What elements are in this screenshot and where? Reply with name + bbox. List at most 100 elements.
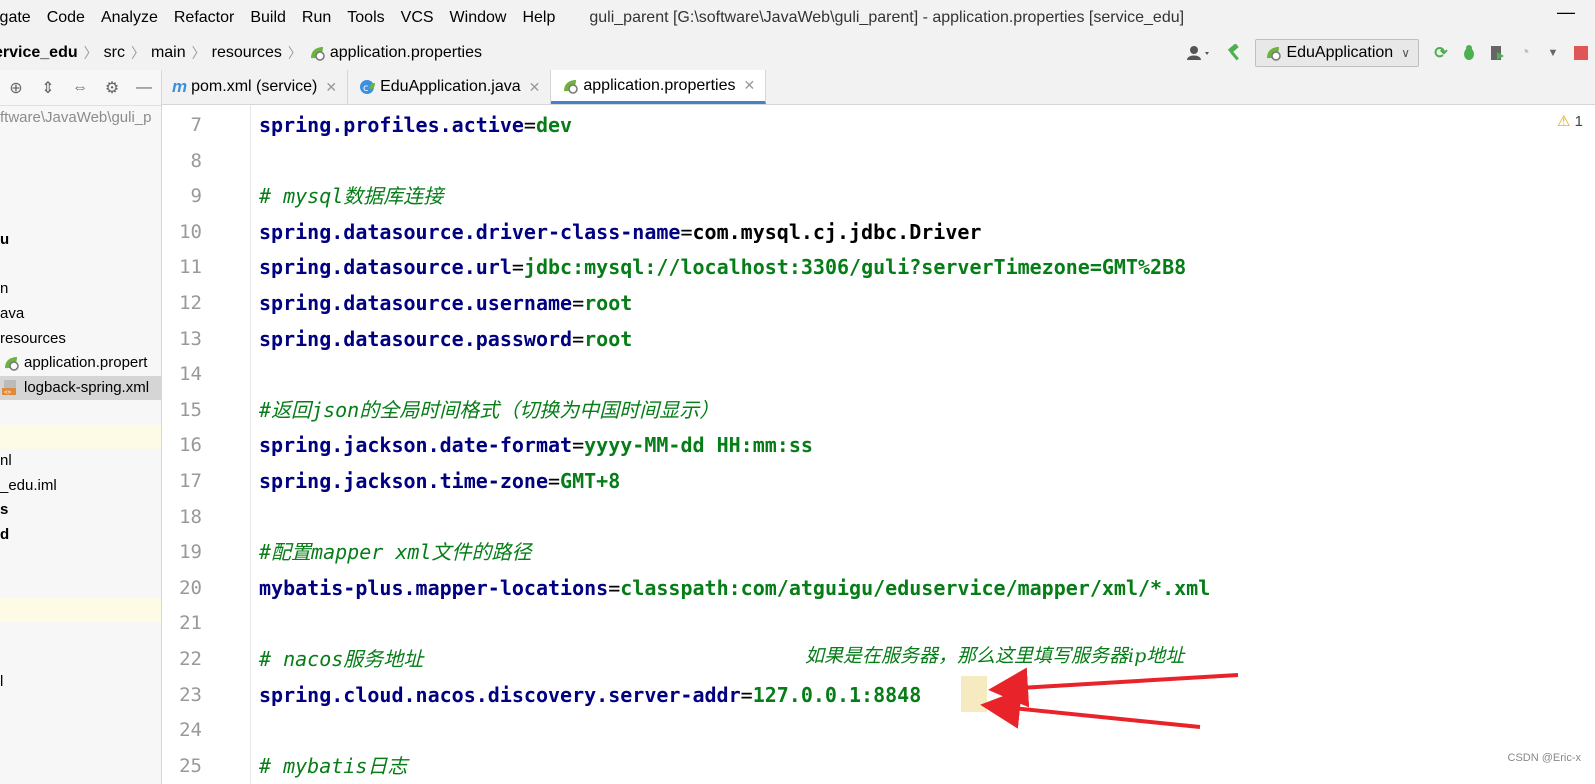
debug-bug-icon[interactable]: [1455, 39, 1483, 67]
close-icon[interactable]: ✕: [743, 77, 755, 94]
tab-pom-xml[interactable]: m pom.xml (service) ✕: [162, 70, 349, 104]
code-editor[interactable]: spring.profiles.active=dev # mysql数据库连接 sp…: [251, 105, 1595, 784]
property-value: root: [584, 327, 633, 351]
tree-item[interactable]: ava: [0, 302, 24, 326]
tree-item[interactable]: nl: [0, 449, 12, 473]
project-tool-window: ⊕ ⇕ ⇔ ⚙ — ftware\JavaWeb\guli_p u n ava …: [0, 70, 162, 784]
menu-window[interactable]: Window: [442, 9, 515, 27]
navigation-bar: ervice_edu 〉 src 〉 main 〉 resources 〉 ap…: [0, 35, 1595, 71]
tab-edu-application[interactable]: c EduApplication.java ✕: [348, 70, 552, 104]
breadcrumb-file[interactable]: application.properties: [330, 44, 482, 62]
menu-run[interactable]: Run: [294, 9, 339, 27]
menu-help[interactable]: Help: [514, 9, 563, 27]
line-number: 13: [179, 328, 202, 350]
equals-sign: =: [608, 576, 621, 600]
tree-highlight-row: [0, 425, 161, 449]
breadcrumb-project[interactable]: ervice_edu: [0, 44, 78, 62]
run-configuration-select[interactable]: EduApplication ∨: [1255, 38, 1419, 67]
profile-icon[interactable]: ◔: [1511, 39, 1539, 67]
breadcrumb-src[interactable]: src: [104, 44, 125, 62]
project-root-path[interactable]: ftware\JavaWeb\guli_p: [0, 106, 151, 130]
tree-item[interactable]: l: [0, 670, 3, 694]
project-panel-toolbar: ⊕ ⇕ ⇔ ⚙ —: [0, 70, 161, 106]
menu-navigate[interactable]: igate: [0, 9, 39, 27]
user-icon[interactable]: [1179, 39, 1219, 67]
tab-label: application.properties: [583, 76, 736, 94]
tab-application-properties[interactable]: application.properties ✕: [551, 70, 767, 104]
equals-sign: =: [547, 469, 561, 493]
tab-label: pom.xml (service): [191, 78, 318, 95]
code-line: #返回json的全局时间格式（切换为中国时间显示）: [259, 392, 719, 428]
tree-item-application-properties[interactable]: application.propert: [0, 351, 147, 375]
equals-sign: =: [572, 433, 585, 457]
breadcrumb-main[interactable]: main: [151, 44, 186, 62]
breadcrumb-resources[interactable]: resources: [212, 44, 282, 62]
tree-item[interactable]: s: [0, 498, 8, 522]
property-key: mybatis-plus.mapper-locations: [259, 576, 609, 600]
collapse-all-icon[interactable]: ⇔: [64, 79, 96, 97]
breadcrumb-separator-icon: 〉: [83, 44, 98, 61]
comment-text: # nacos服务地址: [259, 647, 424, 671]
minimize-button[interactable]: —: [1557, 2, 1575, 23]
close-icon[interactable]: ✕: [325, 79, 337, 96]
code-line: spring.cloud.nacos.discovery.server-addr…: [259, 677, 921, 713]
tree-highlight-row: [0, 598, 161, 622]
code-line: spring.datasource.driver-class-name=com.…: [259, 214, 981, 250]
caret-highlight: [961, 676, 987, 712]
property-key: spring.datasource.username: [259, 291, 573, 315]
coverage-icon[interactable]: [1483, 39, 1511, 67]
equals-sign: =: [740, 683, 753, 707]
property-value: jdbc:mysql://localhost:3306/guli?serverT…: [523, 255, 1187, 279]
line-number: 17: [179, 470, 202, 492]
menu-analyze[interactable]: Analyze: [93, 9, 166, 27]
property-key: spring.cloud.nacos.discovery.server-addr: [259, 683, 741, 707]
tree-item[interactable]: _edu.iml: [0, 474, 57, 498]
menu-vcs[interactable]: VCS: [393, 9, 442, 27]
stop-icon[interactable]: [1567, 39, 1595, 67]
editor-tabs: m pom.xml (service) ✕ c EduApplication.j…: [162, 70, 1595, 105]
property-key: spring.datasource.driver-class-name: [259, 220, 681, 244]
property-key: spring.jackson.date-format: [259, 433, 573, 457]
locate-file-icon[interactable]: ⊕: [0, 78, 32, 98]
line-number-gutter: 7 8 9 10 11 12 13 14 15 16 17 18 19 20 21 22 23 24 25: [162, 105, 251, 784]
gear-icon[interactable]: ⚙: [96, 78, 128, 98]
tree-item[interactable]: d: [0, 523, 9, 547]
expand-all-icon[interactable]: ⇕: [32, 78, 64, 98]
property-value: GMT+8: [560, 469, 621, 493]
equals-sign: =: [511, 255, 524, 279]
tree-item[interactable]: n: [0, 277, 8, 301]
hide-panel-icon[interactable]: —: [128, 79, 160, 97]
breadcrumb-separator-icon: 〉: [287, 44, 302, 61]
menu-tools[interactable]: Tools: [339, 9, 392, 27]
menu-code[interactable]: Code: [39, 9, 93, 27]
line-number: 8: [190, 150, 202, 172]
property-value: dev: [535, 113, 573, 137]
menu-build[interactable]: Build: [242, 9, 294, 27]
property-value: 127.0.0.1:8848: [752, 683, 922, 707]
line-number: 14: [179, 363, 202, 385]
property-key: spring.datasource.url: [259, 255, 512, 279]
line-number: 11: [179, 256, 202, 278]
warning-indicator[interactable]: ⚠ 1: [1557, 112, 1583, 130]
line-number: 10: [179, 221, 202, 243]
tree-item-logback-spring[interactable]: <> logback-spring.xml: [0, 376, 149, 400]
tree-item-label: application.propert: [24, 354, 148, 371]
spring-leaf-icon: [561, 77, 579, 95]
tree-item[interactable]: u: [0, 228, 9, 252]
svg-text:c: c: [363, 83, 369, 94]
build-hammer-icon[interactable]: [1219, 39, 1247, 67]
line-number: 16: [179, 434, 202, 456]
close-icon[interactable]: ✕: [529, 79, 541, 96]
tree-item-resources[interactable]: resources: [0, 327, 66, 351]
spring-boot-icon: [1264, 44, 1282, 62]
line-number: 23: [179, 684, 202, 706]
equals-sign: =: [572, 327, 585, 351]
more-run-chevron-icon[interactable]: ▼: [1539, 39, 1567, 67]
menu-refactor[interactable]: Refactor: [166, 9, 242, 27]
property-key: spring.datasource.password: [259, 327, 573, 351]
property-value: yyyy-MM-dd HH:mm:ss: [584, 433, 813, 457]
equals-sign: =: [523, 113, 536, 137]
rerun-icon[interactable]: ⟳: [1427, 39, 1455, 67]
property-value: root: [584, 291, 633, 315]
comment-text: # mysql数据库连接: [259, 184, 444, 208]
